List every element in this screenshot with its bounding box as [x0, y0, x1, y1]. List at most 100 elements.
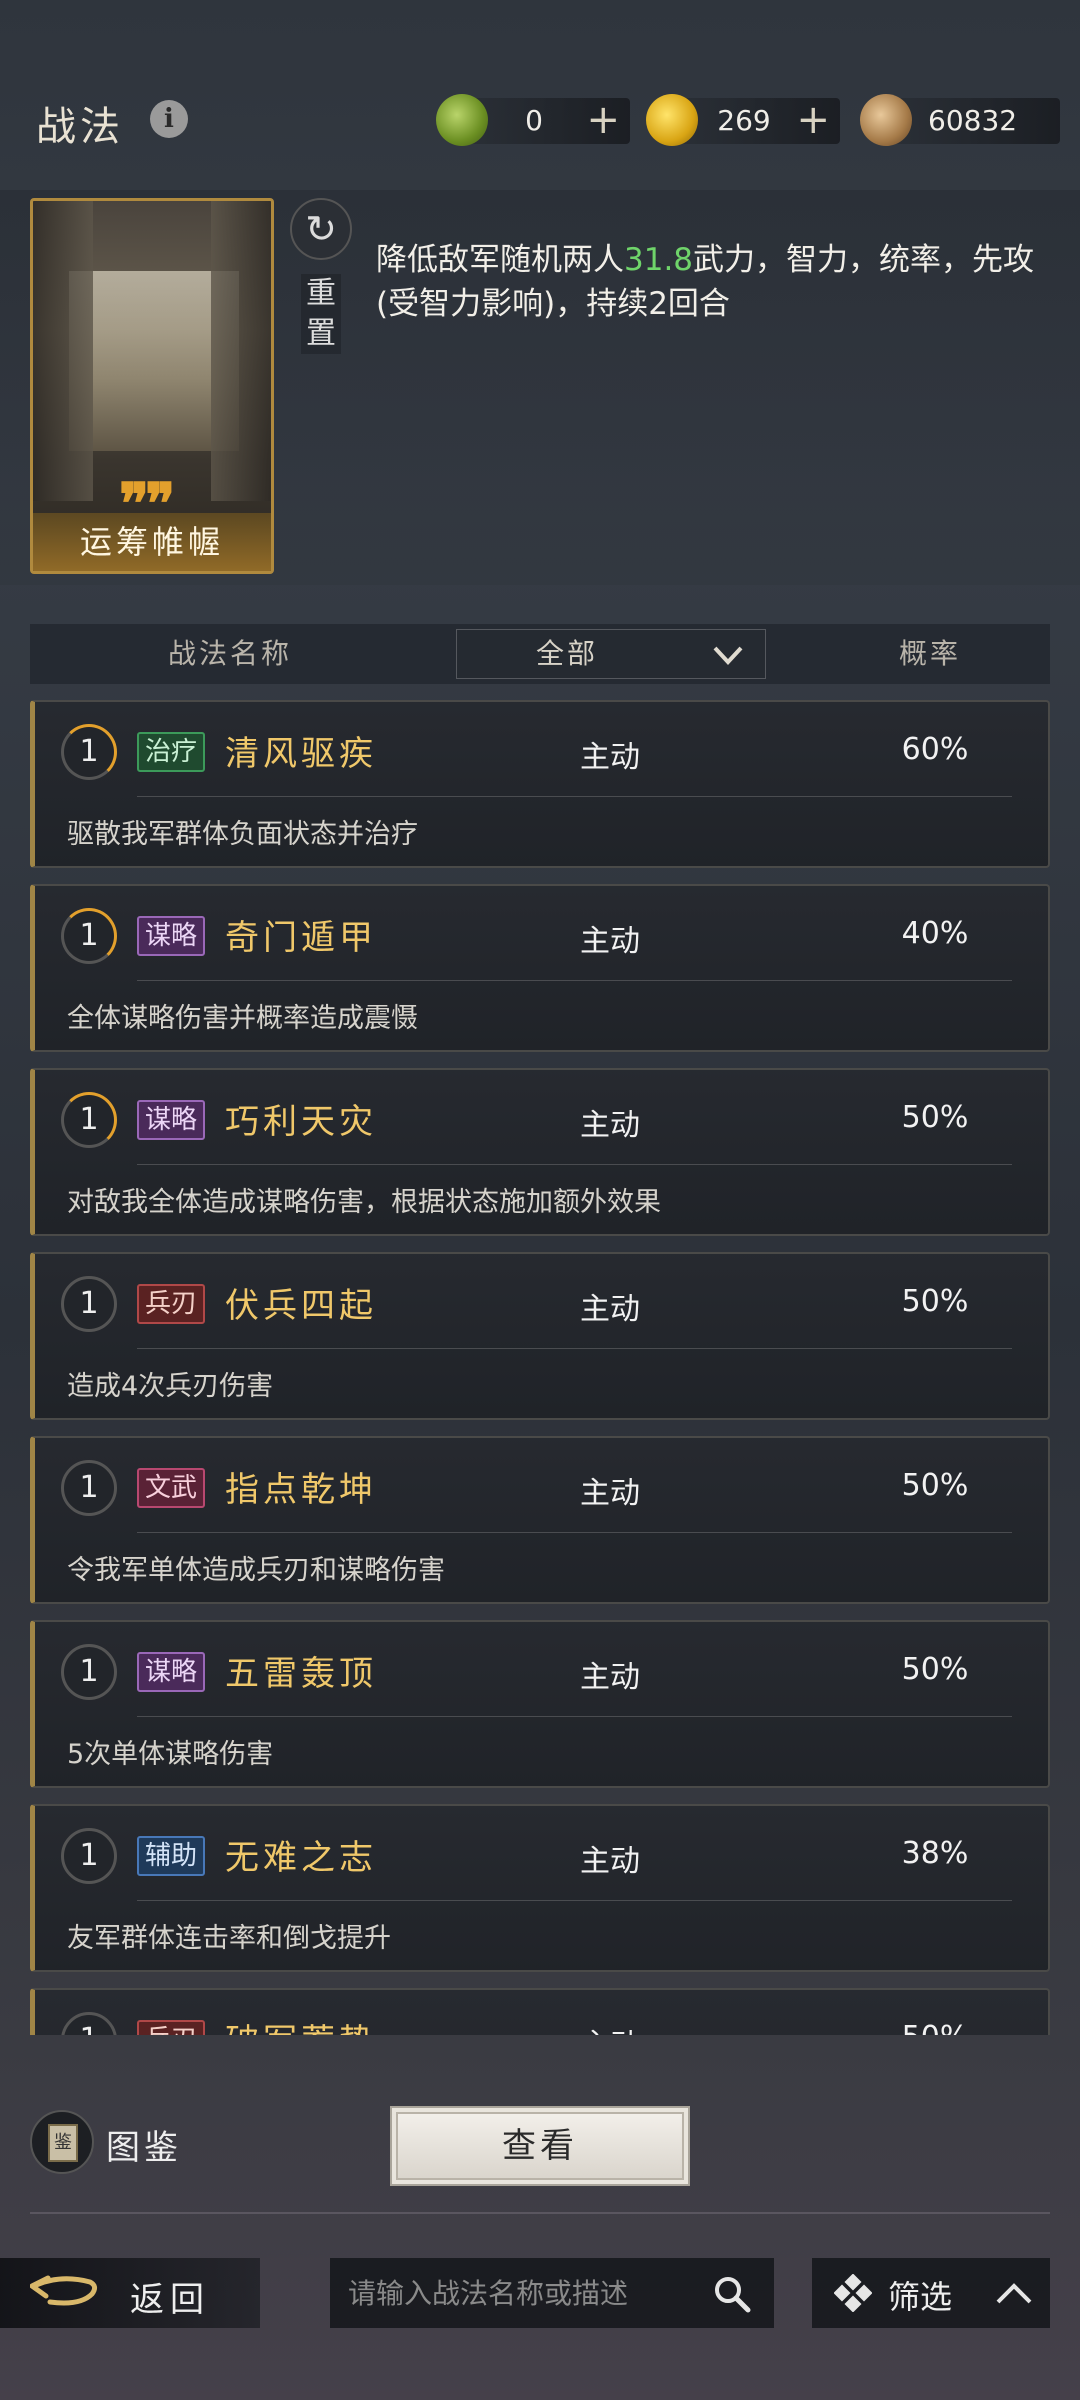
skill-type: 主动 — [580, 1292, 640, 1327]
search-box[interactable] — [330, 2258, 774, 2328]
level-badge: 1 — [61, 1828, 117, 1884]
gold-amount: 269 — [717, 104, 771, 137]
category-tag: 谋略 — [137, 916, 206, 956]
skill-name: 破军蓄势 — [225, 2014, 377, 2035]
copper-currency: 60832 — [860, 94, 1060, 146]
view-button[interactable]: 查看 — [390, 2106, 690, 2186]
row-divider — [137, 1900, 1012, 1901]
info-icon[interactable]: i — [150, 100, 188, 138]
skill-name: 五雷轰顶 — [225, 1654, 377, 1694]
codex-icon[interactable]: 鉴 — [30, 2110, 94, 2174]
level-badge: 1 — [61, 908, 117, 964]
skill-desc: 友军群体连击率和倒戈提升 — [67, 1923, 391, 1954]
back-label: 返回 — [130, 2280, 210, 2320]
codex-label[interactable]: 图鉴 — [106, 2120, 182, 2169]
copper-coin-icon — [860, 94, 912, 146]
highlight-value: 31.8 — [624, 242, 694, 278]
chevron-down-icon — [713, 646, 743, 665]
skill-list[interactable]: 1 治疗 清风驱疾 主动 60% 驱散我军群体负面状态并治疗 1 谋略 奇门遁甲 主动 40% 全体谋… — [30, 700, 1050, 2035]
card-name: 运筹帷幄 — [33, 513, 271, 571]
skill-type: 主动 — [535, 2020, 685, 2035]
skill-type: 主动 — [580, 1844, 640, 1879]
filter-diamond-icon — [834, 2274, 872, 2312]
skill-name: 奇门遁甲 — [225, 918, 377, 958]
category-tag: 兵刃 — [137, 2020, 206, 2035]
skill-name: 无难之志 — [225, 1838, 377, 1878]
skill-probability: 50% — [815, 2020, 1050, 2035]
row-divider — [137, 1532, 1012, 1533]
level-badge: 1 — [61, 1460, 117, 1516]
row-divider — [137, 1348, 1012, 1349]
level-badge: 1 — [61, 2012, 117, 2035]
skill-desc: 全体谋略伤害并概率造成震慑 — [67, 1003, 418, 1034]
table-header: 战法名称 全部 概率 — [30, 624, 1050, 684]
skill-probability: 60% — [901, 732, 969, 767]
row-divider — [137, 980, 1012, 981]
skill-probability: 40% — [901, 916, 969, 951]
category-tag: 治疗 — [137, 732, 206, 772]
skill-name: 巧利天灾 — [225, 1102, 377, 1142]
skill-row[interactable]: 1 谋略 奇门遁甲 主动 40% 全体谋略伤害并概率造成震慑 — [30, 884, 1050, 1052]
skill-row[interactable]: 1 辅助 无难之志 主动 38% 友军群体连击率和倒戈提升 — [30, 1804, 1050, 1972]
skill-row[interactable]: 1 兵刃 破军蓄势 主动 50% — [30, 1988, 1050, 2035]
add-gold-button[interactable]: + — [796, 98, 830, 142]
filter-value: 全部 — [535, 637, 598, 670]
top-bar: 战法 i 0 + 269 + 60832 — [0, 0, 1080, 190]
skill-desc: 5次单体谋略伤害 — [67, 1739, 274, 1770]
codex-button[interactable]: 鉴 图鉴 — [30, 2110, 230, 2174]
divider — [30, 2212, 1050, 2214]
level-badge: 1 — [61, 1644, 117, 1700]
search-icon[interactable] — [712, 2274, 752, 2314]
skill-type: 主动 — [580, 1476, 640, 1511]
reset-icon[interactable]: ↻ — [290, 198, 352, 260]
skill-type: 主动 — [580, 740, 640, 775]
reset-button[interactable]: ↻ 重置 — [290, 198, 352, 398]
add-jade-button[interactable]: + — [586, 98, 620, 142]
level-badge: 1 — [61, 1092, 117, 1148]
level-badge: 1 — [61, 1276, 117, 1332]
category-filter-dropdown[interactable]: 全部 — [456, 629, 766, 679]
row-divider — [137, 796, 1012, 797]
jade-currency: 0 + — [436, 94, 630, 146]
filter-button[interactable]: 筛选 — [812, 2258, 1050, 2328]
category-tag: 谋略 — [137, 1100, 206, 1140]
skill-description: 降低敌军随机两人31.8武力，智力，统率，先攻(受智力影响)，持续2回合 — [376, 242, 1035, 322]
skill-row[interactable]: 1 文武 指点乾坤 主动 50% 令我军单体造成兵刃和谋略伤害 — [30, 1436, 1050, 1604]
skill-probability: 50% — [901, 1468, 969, 1503]
column-skill-name: 战法名称 — [167, 637, 292, 670]
back-arrow-icon — [30, 2275, 98, 2306]
skill-row[interactable]: 1 谋略 巧利天灾 主动 50% 对敌我全体造成谋略伤害，根据状态施加额外效果 — [30, 1068, 1050, 1236]
skill-name: 伏兵四起 — [225, 1286, 377, 1326]
skill-probability: 50% — [901, 1652, 969, 1687]
category-tag: 兵刃 — [137, 1284, 206, 1324]
skill-type: 主动 — [580, 1660, 640, 1695]
column-probability: 概率 — [898, 637, 961, 670]
skill-row[interactable]: 1 兵刃 伏兵四起 主动 50% 造成4次兵刃伤害 — [30, 1252, 1050, 1420]
row-divider — [137, 1164, 1012, 1165]
chevron-up-icon[interactable] — [994, 2276, 1034, 2310]
jade-coin-icon — [436, 94, 488, 146]
page-title: 战法 — [36, 104, 124, 150]
skill-card[interactable]: ❞❞ 运筹帷幄 — [30, 198, 274, 574]
back-button[interactable]: 返回 — [0, 2258, 260, 2328]
skill-name: 指点乾坤 — [225, 1470, 377, 1510]
skill-row[interactable]: 1 谋略 五雷轰顶 主动 50% 5次单体谋略伤害 — [30, 1620, 1050, 1788]
row-divider — [137, 1716, 1012, 1717]
skill-type: 主动 — [580, 1108, 640, 1143]
skill-desc: 令我军单体造成兵刃和谋略伤害 — [67, 1555, 445, 1586]
skill-probability: 50% — [901, 1100, 969, 1135]
skill-type: 主动 — [580, 924, 640, 959]
bottom-bar: 鉴 图鉴 查看 返回 筛选 — [0, 2040, 1080, 2400]
skill-desc: 造成4次兵刃伤害 — [67, 1371, 274, 1402]
search-input[interactable] — [348, 2270, 708, 2316]
skill-row[interactable]: 1 治疗 清风驱疾 主动 60% 驱散我军群体负面状态并治疗 — [30, 700, 1050, 868]
category-tag: 文武 — [137, 1468, 206, 1508]
skill-preview-panel: ❞❞ 运筹帷幄 ↻ 重置 降低敌军随机两人31.8武力，智力，统率，先攻(受智力… — [0, 190, 1080, 585]
jade-amount: 0 — [525, 104, 543, 137]
reset-label[interactable]: 重置 — [301, 274, 341, 354]
level-badge: 1 — [61, 724, 117, 780]
skill-probability: 38% — [901, 1836, 969, 1871]
skill-name: 清风驱疾 — [225, 734, 377, 774]
category-tag: 辅助 — [137, 1836, 206, 1876]
gold-currency: 269 + — [646, 94, 840, 146]
